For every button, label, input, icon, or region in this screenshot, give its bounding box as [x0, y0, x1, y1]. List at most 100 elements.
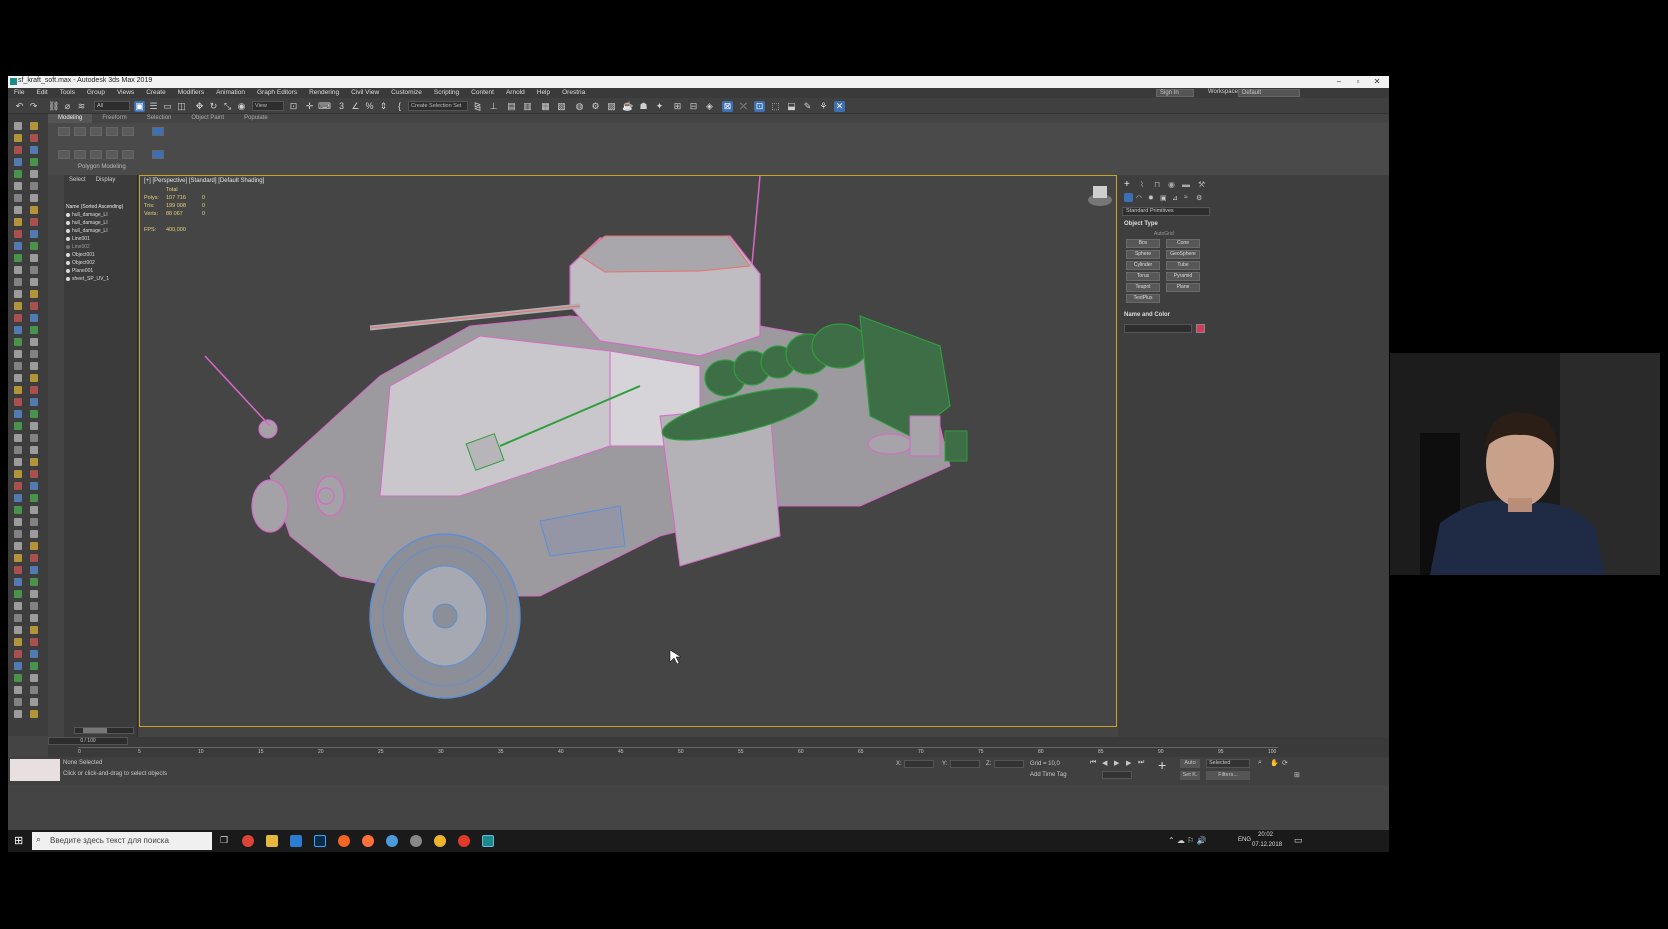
- next-frame-icon[interactable]: ▶: [1126, 759, 1131, 767]
- explorer-tab-select[interactable]: Select: [64, 175, 91, 186]
- left-tool-icon[interactable]: [14, 194, 22, 202]
- menu-arnold[interactable]: Arnold: [500, 88, 531, 98]
- autogrid-checkbox[interactable]: AutoGrid: [1154, 231, 1174, 237]
- left-tool-icon[interactable]: [30, 266, 38, 274]
- grid-toggle-icon[interactable]: ⊞: [672, 101, 683, 112]
- object-color-swatch[interactable]: [1196, 324, 1205, 333]
- left-tool-icon[interactable]: [14, 158, 22, 166]
- left-tool-icon[interactable]: [14, 422, 22, 430]
- left-tool-icon[interactable]: [30, 494, 38, 502]
- display-tab-icon[interactable]: ▬: [1182, 180, 1190, 189]
- menu-create[interactable]: Create: [140, 88, 172, 98]
- goto-start-icon[interactable]: ⏮: [1090, 759, 1096, 767]
- left-tool-icon[interactable]: [30, 134, 38, 142]
- left-tool-icon[interactable]: [30, 242, 38, 250]
- firefox-icon[interactable]: [362, 835, 374, 847]
- ribbon-panel-label[interactable]: Polygon Modeling: [78, 164, 126, 170]
- left-tool-icon[interactable]: [14, 398, 22, 406]
- menu-modifiers[interactable]: Modifiers: [172, 88, 210, 98]
- helpers-icon[interactable]: ⊿: [1172, 194, 1178, 202]
- visibility-icon[interactable]: [66, 228, 70, 233]
- box-button[interactable]: Box: [1126, 239, 1160, 248]
- left-tool-icon[interactable]: [14, 662, 22, 670]
- left-tool-icon[interactable]: [14, 302, 22, 310]
- ribbon-button[interactable]: [122, 127, 134, 136]
- left-tool-icon[interactable]: [14, 626, 22, 634]
- reference-coordinate-dropdown[interactable]: View: [252, 101, 284, 111]
- plane-button[interactable]: Plane: [1166, 283, 1200, 292]
- arnold-render-icon[interactable]: ✦: [654, 101, 665, 112]
- tool-c-icon[interactable]: ✎: [802, 101, 813, 112]
- menu-rendering[interactable]: Rendering: [303, 88, 345, 98]
- left-tool-icon[interactable]: [14, 290, 22, 298]
- primitive-type-dropdown[interactable]: Standard Primitives: [1122, 207, 1210, 216]
- left-tool-icon[interactable]: [14, 242, 22, 250]
- left-tool-icon[interactable]: [30, 626, 38, 634]
- named-selection-set-dropdown[interactable]: Create Selection Set: [408, 101, 468, 111]
- left-tool-icon[interactable]: [30, 182, 38, 190]
- left-tool-icon[interactable]: [14, 230, 22, 238]
- left-tool-icon[interactable]: [30, 254, 38, 262]
- left-tool-icon[interactable]: [14, 326, 22, 334]
- left-tool-icon[interactable]: [14, 674, 22, 682]
- spinner-snap-icon[interactable]: ⇕: [378, 101, 389, 112]
- left-tool-icon[interactable]: [14, 254, 22, 262]
- left-tool-icon[interactable]: [30, 638, 38, 646]
- left-tool-icon[interactable]: [14, 602, 22, 610]
- x-coordinate-input[interactable]: [904, 760, 934, 768]
- left-tool-icon[interactable]: [14, 506, 22, 514]
- explorer-scrollbar[interactable]: [74, 727, 134, 734]
- menu-content[interactable]: Content: [465, 88, 500, 98]
- maximize-viewport-icon[interactable]: ⊞: [1294, 771, 1300, 779]
- left-tool-icon[interactable]: [30, 506, 38, 514]
- menu-group[interactable]: Group: [81, 88, 111, 98]
- left-tool-icon[interactable]: [30, 650, 38, 658]
- list-item[interactable]: hull_damage_LI: [66, 219, 136, 227]
- menu-civil-view[interactable]: Civil View: [345, 88, 385, 98]
- edit-named-selection-icon[interactable]: {: [394, 101, 405, 112]
- app-icon-blue[interactable]: [386, 835, 398, 847]
- shapes-icon[interactable]: ◠: [1136, 194, 1142, 202]
- left-tool-icon[interactable]: [14, 614, 22, 622]
- left-tool-icon[interactable]: [14, 278, 22, 286]
- rectangle-region-icon[interactable]: ▭: [162, 101, 173, 112]
- timeline[interactable]: 0 / 100 0 5 10 15 20 25 30 35 40 45 50 5…: [48, 737, 1389, 757]
- list-item[interactable]: sheet_SP_UV_1: [66, 275, 136, 283]
- sphere-button[interactable]: Sphere: [1126, 250, 1160, 259]
- clock-time[interactable]: 20:02: [1258, 832, 1273, 838]
- notification-icon[interactable]: ▭: [1294, 835, 1303, 846]
- windows-start-icon[interactable]: ⊞: [14, 834, 23, 847]
- visibility-icon[interactable]: [66, 260, 70, 265]
- key-filters-button[interactable]: Filters...: [1206, 771, 1250, 780]
- visibility-icon[interactable]: [66, 220, 70, 225]
- left-tool-icon[interactable]: [14, 578, 22, 586]
- app-icon-yellow[interactable]: [434, 835, 446, 847]
- ribbon-button[interactable]: [74, 150, 86, 159]
- left-tool-icon[interactable]: [14, 530, 22, 538]
- key-filter-dropdown[interactable]: Selected: [1206, 759, 1250, 768]
- pyramid-button[interactable]: Pyramid: [1166, 272, 1200, 281]
- render-iterative-icon[interactable]: ☗: [638, 101, 649, 112]
- placement-icon[interactable]: ◉: [236, 101, 247, 112]
- ribbon-button[interactable]: [106, 127, 118, 136]
- menu-help[interactable]: Help: [531, 88, 556, 98]
- select-object-icon[interactable]: ▣: [134, 101, 145, 112]
- left-tool-icon[interactable]: [30, 686, 38, 694]
- menu-tools[interactable]: Tools: [54, 88, 81, 98]
- ribbon-button[interactable]: [152, 150, 164, 159]
- render-setup-icon[interactable]: ⚙: [590, 101, 601, 112]
- layer-explorer-icon[interactable]: ▤: [506, 101, 517, 112]
- viewport-layout-icon[interactable]: ⊟: [688, 101, 699, 112]
- plugin-toggle-icon[interactable]: ⊡: [754, 101, 765, 112]
- left-tool-icon[interactable]: [14, 182, 22, 190]
- explorer-tab-display[interactable]: Display: [91, 175, 121, 186]
- redo-icon[interactable]: ↷: [28, 101, 39, 112]
- geometry-icon[interactable]: [1124, 193, 1133, 202]
- left-tool-icon[interactable]: [30, 386, 38, 394]
- left-tool-icon[interactable]: [30, 158, 38, 166]
- left-tool-icon[interactable]: [30, 662, 38, 670]
- bind-space-warp-icon[interactable]: ≋: [76, 101, 87, 112]
- menu-graph-editors[interactable]: Graph Editors: [251, 88, 303, 98]
- left-tool-icon[interactable]: [30, 374, 38, 382]
- left-tool-icon[interactable]: [30, 278, 38, 286]
